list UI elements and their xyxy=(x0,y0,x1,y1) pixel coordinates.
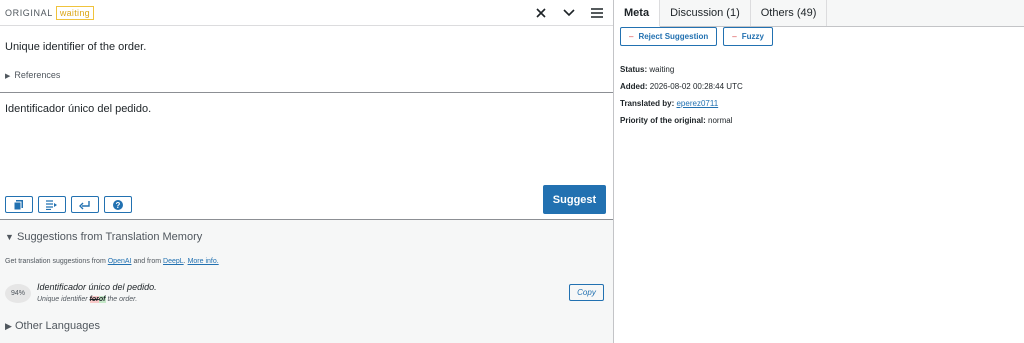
fuzzy-label: Fuzzy xyxy=(741,32,764,41)
references-label: References xyxy=(14,70,61,80)
chevron-down-icon[interactable] xyxy=(559,3,579,23)
suggestion-text: Identificador único del pedido. xyxy=(37,282,157,292)
status-badge: waiting xyxy=(55,5,94,20)
sidebar-tabs: Meta Discussion (1) Others (49) xyxy=(614,0,1024,27)
insert-tab-button[interactable] xyxy=(38,196,66,213)
tm-heading: Suggestions from Translation Memory xyxy=(16,231,203,243)
original-header: ORIGINAL waiting xyxy=(0,0,613,26)
tm-toggle[interactable]: ▼ Suggestions from Translation Memory xyxy=(5,231,202,243)
insert-tab-icon xyxy=(46,199,57,210)
tm-prefix-text: Get translation suggestions from xyxy=(5,258,106,265)
suggestions-section: ▼ Suggestions from Translation Memory Ge… xyxy=(0,220,613,343)
status-actions: – Reject Suggestion – Fuzzy xyxy=(620,27,773,46)
meta-status-key: Status: xyxy=(620,65,648,74)
divider xyxy=(0,92,613,93)
more-info-link[interactable]: More info. xyxy=(188,258,219,265)
meta-status: Status: waiting xyxy=(620,65,674,74)
editor-toolbar: ? xyxy=(5,196,132,213)
copy-original-button[interactable] xyxy=(5,196,33,213)
meta-priority-value: normal xyxy=(708,116,733,125)
reject-label: Reject Suggestion xyxy=(638,32,709,41)
diff-before: Unique identifier xyxy=(37,296,88,303)
meta-added: Added: 2026-08-02 00:28:44 UTC xyxy=(620,82,743,91)
header-actions xyxy=(531,3,607,23)
original-text: Unique identifier of the order. xyxy=(5,41,147,53)
tm-and-text: and from xyxy=(133,258,162,265)
menu-icon[interactable] xyxy=(587,3,607,23)
tab-others[interactable]: Others (49) xyxy=(751,0,828,26)
other-languages-label: Other Languages xyxy=(14,320,100,332)
meta-added-key: Added: xyxy=(620,82,648,91)
meta-sidebar: Meta Discussion (1) Others (49) – Reject… xyxy=(614,0,1024,343)
meta-status-value: waiting xyxy=(649,65,675,74)
insert-newline-icon xyxy=(79,200,90,209)
meta-priority: Priority of the original: normal xyxy=(620,116,732,125)
minus-icon: – xyxy=(732,32,737,41)
reject-suggestion-button[interactable]: – Reject Suggestion xyxy=(620,27,718,46)
deepl-link[interactable]: DeepL xyxy=(163,258,184,265)
meta-translated-key: Translated by: xyxy=(620,99,675,108)
openai-link[interactable]: OpenAI xyxy=(108,258,132,265)
tab-meta[interactable]: Meta xyxy=(614,0,661,27)
close-icon[interactable] xyxy=(531,3,551,23)
translation-textarea[interactable]: Identificador único del pedido. xyxy=(5,103,151,115)
suggestion-diff: Unique identifier forof the order. xyxy=(37,296,137,303)
help-icon: ? xyxy=(113,199,123,210)
caret-down-icon: ▼ xyxy=(5,232,14,242)
meta-priority-key: Priority of the original: xyxy=(620,116,706,125)
references-toggle[interactable]: ▶ References xyxy=(5,70,60,80)
other-languages-toggle[interactable]: ▶ Other Languages xyxy=(5,320,100,332)
caret-right-icon: ▶ xyxy=(5,73,11,80)
insert-newline-button[interactable] xyxy=(71,196,99,213)
suggest-button[interactable]: Suggest xyxy=(543,185,606,214)
meta-translated-by: Translated by: eperez0711 xyxy=(620,99,718,108)
original-label: ORIGINAL xyxy=(5,7,53,18)
tm-providers-line: Get translation suggestions from OpenAI … xyxy=(5,258,219,265)
copy-suggestion-button[interactable]: Copy xyxy=(569,284,604,301)
editor-panel: ORIGINAL waiting Unique identifier of th… xyxy=(0,0,614,343)
match-percent: 94% xyxy=(5,284,31,303)
tab-discussion[interactable]: Discussion (1) xyxy=(660,0,751,26)
translator-link[interactable]: eperez0711 xyxy=(676,99,718,108)
meta-added-value: 2026-08-02 00:28:44 UTC xyxy=(649,82,743,91)
minus-icon: – xyxy=(629,32,634,41)
caret-right-icon: ▶ xyxy=(5,321,12,331)
fuzzy-button[interactable]: – Fuzzy xyxy=(723,27,773,46)
diff-deleted: for xyxy=(89,296,99,303)
diff-inserted: of xyxy=(98,296,106,303)
svg-text:?: ? xyxy=(116,201,121,210)
help-button[interactable]: ? xyxy=(104,196,132,213)
diff-after: the order. xyxy=(107,296,138,303)
copy-original-icon xyxy=(14,199,23,210)
